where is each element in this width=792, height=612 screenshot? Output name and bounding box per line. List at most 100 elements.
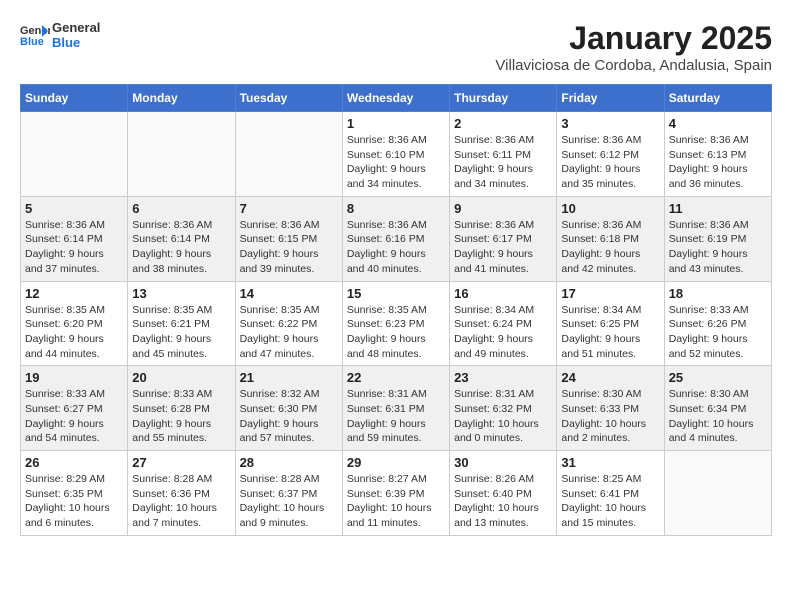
calendar-cell: 22 Sunrise: 8:31 AM Sunset: 6:31 PM Dayli… [342,366,449,451]
day-header-wednesday: Wednesday [342,85,449,112]
day-info: Sunrise: 8:34 AM Sunset: 6:24 PM Dayligh… [454,303,552,362]
day-number: 24 [561,370,659,385]
day-number: 21 [240,370,338,385]
day-number: 4 [669,116,767,131]
day-number: 2 [454,116,552,131]
calendar-week-row: 1 Sunrise: 8:36 AM Sunset: 6:10 PM Daylig… [21,112,772,197]
calendar-cell: 31 Sunrise: 8:25 AM Sunset: 6:41 PM Dayli… [557,451,664,536]
calendar-cell: 20 Sunrise: 8:33 AM Sunset: 6:28 PM Dayli… [128,366,235,451]
day-number: 11 [669,201,767,216]
calendar-cell [235,112,342,197]
day-number: 10 [561,201,659,216]
calendar-table: SundayMondayTuesdayWednesdayThursdayFrid… [20,84,772,536]
day-info: Sunrise: 8:29 AM Sunset: 6:35 PM Dayligh… [25,472,123,531]
day-number: 17 [561,286,659,301]
calendar-week-row: 19Sunrise: 8:33 AM Sunset: 6:27 PM Dayli… [21,366,772,451]
day-info: Sunrise: 8:25 AM Sunset: 6:41 PM Dayligh… [561,472,659,531]
day-header-thursday: Thursday [450,85,557,112]
day-info: Sunrise: 8:36 AM Sunset: 6:14 PM Dayligh… [25,218,123,277]
day-number: 18 [669,286,767,301]
day-info: Sunrise: 8:33 AM Sunset: 6:28 PM Dayligh… [132,387,230,446]
day-info: Sunrise: 8:36 AM Sunset: 6:13 PM Dayligh… [669,133,767,192]
svg-text:Blue: Blue [20,36,44,47]
day-number: 22 [347,370,445,385]
month-title: January 2025 [495,20,772,57]
calendar-cell: 4 Sunrise: 8:36 AM Sunset: 6:13 PM Daylig… [664,112,771,197]
title-block: January 2025 Villaviciosa de Cordoba, An… [495,20,772,74]
calendar-cell: 7Sunrise: 8:36 AM Sunset: 6:15 PM Daylig… [235,196,342,281]
day-info: Sunrise: 8:31 AM Sunset: 6:32 PM Dayligh… [454,387,552,446]
calendar-cell: 10 Sunrise: 8:36 AM Sunset: 6:18 PM Dayli… [557,196,664,281]
day-info: Sunrise: 8:36 AM Sunset: 6:10 PM Dayligh… [347,133,445,192]
calendar-cell: 11 Sunrise: 8:36 AM Sunset: 6:19 PM Dayli… [664,196,771,281]
calendar-cell: 6Sunrise: 8:36 AM Sunset: 6:14 PM Daylig… [128,196,235,281]
calendar-cell: 15 Sunrise: 8:35 AM Sunset: 6:23 PM Dayli… [342,281,449,366]
day-info: Sunrise: 8:35 AM Sunset: 6:20 PM Dayligh… [25,303,123,362]
day-number: 5 [25,201,123,216]
calendar-cell: 28 Sunrise: 8:28 AM Sunset: 6:37 PM Dayli… [235,451,342,536]
day-number: 12 [25,286,123,301]
day-number: 15 [347,286,445,301]
day-number: 31 [561,455,659,470]
day-number: 1 [347,116,445,131]
day-info: Sunrise: 8:28 AM Sunset: 6:36 PM Dayligh… [132,472,230,531]
calendar-cell: 24 Sunrise: 8:30 AM Sunset: 6:33 PM Dayli… [557,366,664,451]
calendar-cell: 26 Sunrise: 8:29 AM Sunset: 6:35 PM Dayli… [21,451,128,536]
calendar-cell: 23 Sunrise: 8:31 AM Sunset: 6:32 PM Dayli… [450,366,557,451]
calendar-cell: 14Sunrise: 8:35 AM Sunset: 6:22 PM Dayli… [235,281,342,366]
calendar-cell: 17 Sunrise: 8:34 AM Sunset: 6:25 PM Dayli… [557,281,664,366]
day-number: 29 [347,455,445,470]
day-info: Sunrise: 8:31 AM Sunset: 6:31 PM Dayligh… [347,387,445,446]
day-info: Sunrise: 8:36 AM Sunset: 6:14 PM Dayligh… [132,218,230,277]
calendar-cell: 8Sunrise: 8:36 AM Sunset: 6:16 PM Daylig… [342,196,449,281]
day-header-tuesday: Tuesday [235,85,342,112]
day-info: Sunrise: 8:28 AM Sunset: 6:37 PM Dayligh… [240,472,338,531]
calendar-cell: 1 Sunrise: 8:36 AM Sunset: 6:10 PM Daylig… [342,112,449,197]
day-info: Sunrise: 8:35 AM Sunset: 6:23 PM Dayligh… [347,303,445,362]
day-info: Sunrise: 8:33 AM Sunset: 6:26 PM Dayligh… [669,303,767,362]
calendar-cell: 30 Sunrise: 8:26 AM Sunset: 6:40 PM Dayli… [450,451,557,536]
day-info: Sunrise: 8:34 AM Sunset: 6:25 PM Dayligh… [561,303,659,362]
calendar-cell: 16 Sunrise: 8:34 AM Sunset: 6:24 PM Dayli… [450,281,557,366]
day-info: Sunrise: 8:30 AM Sunset: 6:33 PM Dayligh… [561,387,659,446]
calendar-cell: 21Sunrise: 8:32 AM Sunset: 6:30 PM Dayli… [235,366,342,451]
day-number: 7 [240,201,338,216]
calendar-header-row: SundayMondayTuesdayWednesdayThursdayFrid… [21,85,772,112]
day-number: 20 [132,370,230,385]
calendar-cell: 29Sunrise: 8:27 AM Sunset: 6:39 PM Dayli… [342,451,449,536]
location-subtitle: Villaviciosa de Cordoba, Andalusia, Spai… [495,57,772,74]
day-number: 26 [25,455,123,470]
day-number: 28 [240,455,338,470]
calendar-week-row: 26 Sunrise: 8:29 AM Sunset: 6:35 PM Dayli… [21,451,772,536]
day-number: 27 [132,455,230,470]
day-number: 23 [454,370,552,385]
day-info: Sunrise: 8:36 AM Sunset: 6:19 PM Dayligh… [669,218,767,277]
day-info: Sunrise: 8:30 AM Sunset: 6:34 PM Dayligh… [669,387,767,446]
calendar-cell [664,451,771,536]
calendar-week-row: 12 Sunrise: 8:35 AM Sunset: 6:20 PM Dayli… [21,281,772,366]
calendar-cell: 13 Sunrise: 8:35 AM Sunset: 6:21 PM Dayli… [128,281,235,366]
calendar-cell: 9Sunrise: 8:36 AM Sunset: 6:17 PM Daylig… [450,196,557,281]
day-number: 16 [454,286,552,301]
day-info: Sunrise: 8:36 AM Sunset: 6:18 PM Dayligh… [561,218,659,277]
calendar-cell: 25 Sunrise: 8:30 AM Sunset: 6:34 PM Dayli… [664,366,771,451]
day-info: Sunrise: 8:35 AM Sunset: 6:21 PM Dayligh… [132,303,230,362]
day-number: 30 [454,455,552,470]
day-number: 19 [25,370,123,385]
calendar-cell [21,112,128,197]
day-info: Sunrise: 8:26 AM Sunset: 6:40 PM Dayligh… [454,472,552,531]
day-info: Sunrise: 8:36 AM Sunset: 6:16 PM Dayligh… [347,218,445,277]
calendar-cell: 19Sunrise: 8:33 AM Sunset: 6:27 PM Dayli… [21,366,128,451]
day-number: 25 [669,370,767,385]
calendar-cell: 18 Sunrise: 8:33 AM Sunset: 6:26 PM Dayli… [664,281,771,366]
day-number: 13 [132,286,230,301]
calendar-cell: 2 Sunrise: 8:36 AM Sunset: 6:11 PM Daylig… [450,112,557,197]
calendar-cell: 5 Sunrise: 8:36 AM Sunset: 6:14 PM Daylig… [21,196,128,281]
calendar-cell [128,112,235,197]
calendar-cell: 27 Sunrise: 8:28 AM Sunset: 6:36 PM Dayli… [128,451,235,536]
logo-line2: Blue [52,35,100,50]
day-number: 9 [454,201,552,216]
day-info: Sunrise: 8:36 AM Sunset: 6:11 PM Dayligh… [454,133,552,192]
day-number: 14 [240,286,338,301]
day-number: 3 [561,116,659,131]
